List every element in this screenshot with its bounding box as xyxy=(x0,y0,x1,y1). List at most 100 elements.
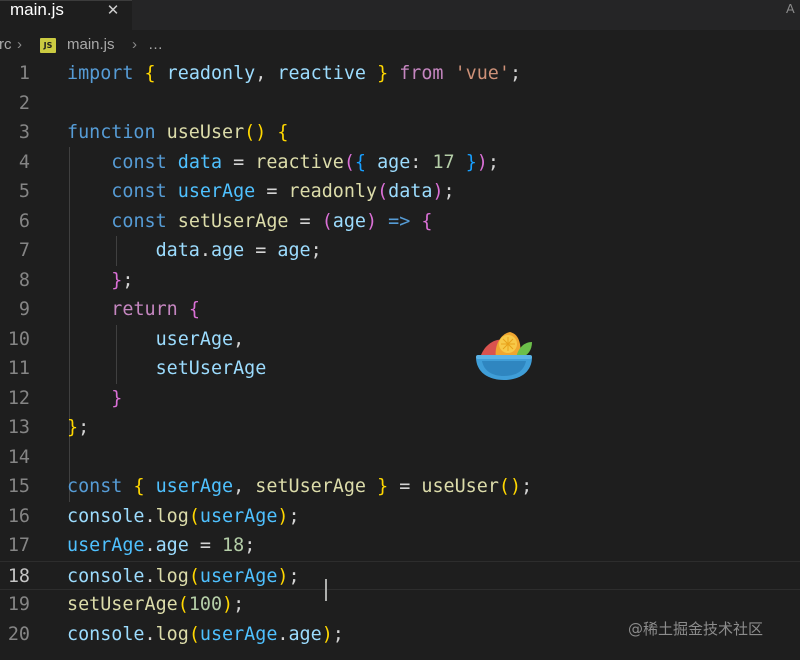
code-token: userAge xyxy=(199,565,278,587)
code-token: age xyxy=(210,240,245,261)
code-token: ( xyxy=(377,181,389,202)
code-line[interactable]: 16 console.log(userAge); xyxy=(0,502,800,532)
code-text: setUserAge(100); xyxy=(67,590,244,620)
line-number: 4 xyxy=(18,151,30,173)
code-token: () xyxy=(498,476,522,497)
code-token: console xyxy=(67,623,145,645)
code-line[interactable]: 7 data.age = age; xyxy=(0,236,800,266)
code-token: } xyxy=(377,476,389,497)
code-line[interactable]: 1 import { readonly, reactive } from 'vue… xyxy=(0,59,800,89)
code-token: import xyxy=(67,63,134,84)
code-line[interactable]: 14 xyxy=(0,443,800,473)
code-token: console xyxy=(67,505,145,527)
code-text: console.log(userAge); xyxy=(67,562,300,592)
line-number: 17 xyxy=(7,535,30,556)
code-line[interactable]: 10 userAge, xyxy=(0,325,800,355)
line-number: 19 xyxy=(7,594,30,615)
code-token: userAge xyxy=(155,328,234,350)
code-token: log xyxy=(155,565,189,587)
line-number: 11 xyxy=(7,358,30,379)
code-token: 18 xyxy=(222,535,245,556)
code-token: ; xyxy=(310,240,322,261)
watermark: @稀土掘金技术社区 xyxy=(628,620,764,638)
close-icon[interactable]: ✕ xyxy=(104,0,122,21)
code-line[interactable]: 17 userAge.age = 18; xyxy=(0,531,800,561)
code-token: age xyxy=(277,240,311,261)
code-token: . xyxy=(144,535,156,556)
code-line[interactable]: 11 setUserAge xyxy=(0,354,800,384)
code-text: userAge, xyxy=(67,325,245,355)
code-token: = xyxy=(388,476,422,497)
code-text: }; xyxy=(67,413,89,443)
code-token: , xyxy=(233,328,245,350)
breadcrumb-folder[interactable]: rc xyxy=(0,35,12,55)
line-number: 9 xyxy=(18,299,30,320)
code-text: } xyxy=(67,384,122,414)
code-line[interactable]: 19 setUserAge(100); xyxy=(0,590,800,620)
code-text: console.log(userAge); xyxy=(67,502,300,532)
code-token: { xyxy=(277,122,289,143)
code-token: ; xyxy=(122,269,134,291)
code-line[interactable]: 4 const data = reactive({ age: 17 }); xyxy=(0,148,800,178)
breadcrumb-file[interactable]: main.js xyxy=(67,35,115,55)
code-token: log xyxy=(155,505,189,527)
code-token: log xyxy=(155,623,189,645)
code-token: { xyxy=(144,63,156,84)
code-line[interactable]: 5 const userAge = readonly(data); xyxy=(0,177,800,207)
code-token: { xyxy=(421,210,433,232)
code-token: data xyxy=(155,240,200,261)
code-token: ( xyxy=(321,210,333,232)
tab-bar: main.js ✕ A xyxy=(0,0,800,30)
line-number: 12 xyxy=(7,387,30,409)
code-token: : xyxy=(410,151,433,173)
code-line[interactable]: 8 }; xyxy=(0,266,800,296)
code-token: } xyxy=(465,151,477,173)
code-text: const setUserAge = (age) => { xyxy=(67,207,432,237)
code-editor[interactable]: 1 import { readonly, reactive } from 'vue… xyxy=(0,59,800,660)
line-number: 2 xyxy=(18,92,30,114)
code-token: ) xyxy=(277,565,289,587)
code-line[interactable]: 2 xyxy=(0,89,800,119)
code-line[interactable]: 15 const { userAge, setUserAge } = useUse… xyxy=(0,472,800,502)
code-token: const xyxy=(111,181,167,202)
breadcrumb-symbols[interactable]: … xyxy=(148,35,163,55)
code-token: age xyxy=(332,210,366,232)
javascript-file-icon: JS xyxy=(40,38,56,53)
line-number: 18 xyxy=(7,565,30,587)
code-line[interactable]: 9 return { xyxy=(0,295,800,325)
code-token: } xyxy=(377,63,389,84)
code-token: ; xyxy=(233,594,245,615)
fruit-bowl-logo xyxy=(476,332,532,380)
code-token: 100 xyxy=(188,594,223,615)
code-token: { xyxy=(188,299,200,320)
breadcrumb: rc › JS main.js › … xyxy=(0,30,800,60)
code-line[interactable]: 12 } xyxy=(0,384,800,414)
code-line[interactable]: 18 console.log(userAge); xyxy=(0,560,800,592)
code-token: setUserAge xyxy=(177,210,289,232)
code-line[interactable]: 3 function useUser() { xyxy=(0,118,800,148)
code-line[interactable]: 13}; xyxy=(0,413,800,443)
code-text: return { xyxy=(67,295,200,325)
line-number: 15 xyxy=(7,476,30,497)
code-token: ( xyxy=(188,565,200,587)
code-token: age xyxy=(155,535,189,556)
code-line[interactable]: 6 const setUserAge = (age) => { xyxy=(0,207,800,237)
code-text: }; xyxy=(67,266,133,296)
code-token: reactive xyxy=(255,151,344,173)
tab-main-js[interactable]: main.js ✕ xyxy=(0,0,132,30)
code-token: , xyxy=(233,476,256,497)
code-token: userAge xyxy=(199,505,278,527)
line-number: 7 xyxy=(18,240,30,261)
